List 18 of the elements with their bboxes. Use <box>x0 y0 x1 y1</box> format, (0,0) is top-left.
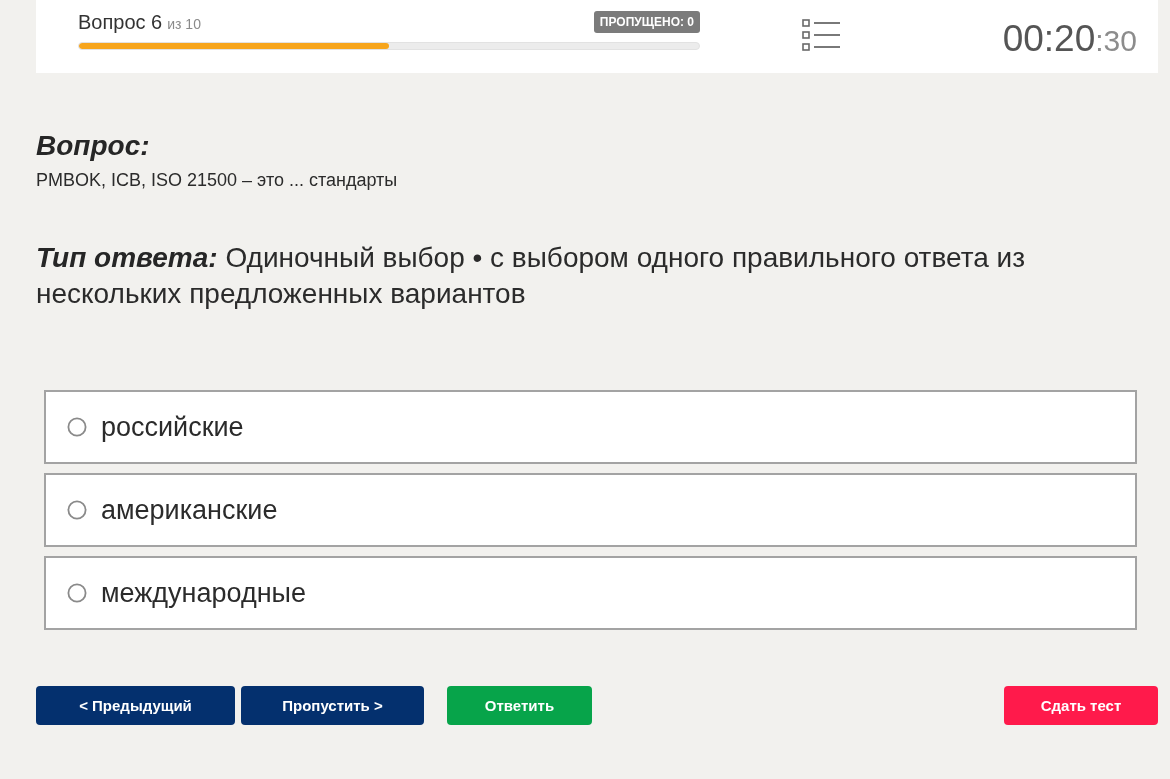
submit-test-button[interactable]: Сдать тест <box>1004 686 1158 725</box>
question-text: PMBOK, ICB, ISO 21500 – это ... стандарты <box>36 169 399 191</box>
nav-button[interactable]: Пропустить > <box>241 686 424 725</box>
radio-icon[interactable] <box>67 417 87 437</box>
skipped-badge: ПРОПУЩЕНО: 0 <box>593 11 700 33</box>
question-heading: Вопрос: <box>36 129 151 163</box>
timer-time: 00:20 <box>1002 17 1096 60</box>
radio-icon[interactable] <box>67 583 87 603</box>
timer-seconds: :30 <box>1095 23 1137 58</box>
question-number: Вопрос 6 <box>78 11 163 34</box>
answer-option[interactable]: американские <box>44 473 1137 547</box>
question-count: из 10 <box>167 16 201 32</box>
question-list-icon[interactable] <box>802 18 840 51</box>
answer-option[interactable]: российские <box>44 390 1137 464</box>
answer-type-text: Тип ответа: Одиночный выбор • с выбором одного правильного ответа из нескольких предложенных вариантов <box>36 241 1026 311</box>
radio-icon[interactable] <box>67 500 87 520</box>
answer-option[interactable]: международные <box>44 556 1137 630</box>
nav-button[interactable]: < Предыдущий <box>36 686 235 725</box>
